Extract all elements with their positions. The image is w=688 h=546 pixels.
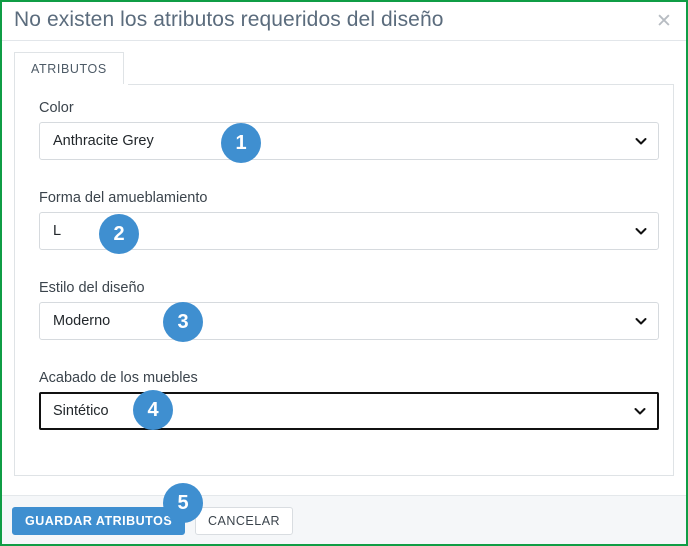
close-icon[interactable]: ✕ bbox=[652, 10, 676, 34]
annotation-badge-4: 4 bbox=[133, 390, 173, 430]
select-estilo-diseno[interactable]: Moderno bbox=[39, 302, 659, 340]
field-estilo-diseno: Estilo del diseño Moderno bbox=[39, 279, 659, 340]
annotation-badge-3: 3 bbox=[163, 302, 203, 342]
annotation-badge-2: 2 bbox=[99, 214, 139, 254]
annotation-badge-5: 5 bbox=[163, 483, 203, 523]
label-estilo-diseno: Estilo del diseño bbox=[39, 280, 145, 296]
save-attributes-button[interactable]: GUARDAR ATRIBUTOS bbox=[12, 507, 186, 535]
select-acabado-muebles[interactable]: Sintético bbox=[39, 392, 659, 430]
tab-atributos[interactable]: ATRIBUTOS bbox=[14, 52, 124, 85]
select-color-value: Anthracite Grey bbox=[53, 133, 154, 149]
tab-bar: ATRIBUTOS bbox=[14, 52, 674, 85]
chevron-down-icon bbox=[635, 315, 647, 327]
select-color[interactable]: Anthracite Grey bbox=[39, 122, 659, 160]
tab-active-mask bbox=[15, 84, 128, 85]
field-color: Color Anthracite Grey bbox=[39, 99, 659, 160]
select-estilo-diseno-value: Moderno bbox=[53, 313, 111, 329]
label-color: Color bbox=[39, 100, 74, 116]
label-acabado-muebles: Acabado de los muebles bbox=[39, 370, 198, 386]
annotation-badge-1: 1 bbox=[221, 123, 261, 163]
dialog-window: No existen los atributos requeridos del … bbox=[0, 0, 688, 546]
chevron-down-icon bbox=[634, 405, 646, 417]
chevron-down-icon bbox=[635, 135, 647, 147]
chevron-down-icon bbox=[635, 225, 647, 237]
page-title: No existen los atributos requeridos del … bbox=[14, 8, 444, 31]
select-forma-amueblamiento-value: L bbox=[53, 223, 62, 239]
field-acabado-muebles: Acabado de los muebles Sintético bbox=[39, 369, 659, 430]
dialog-titlebar: No existen los atributos requeridos del … bbox=[2, 2, 686, 41]
attributes-panel: Color Anthracite Grey Forma del amueblam… bbox=[14, 84, 674, 476]
cancel-button[interactable]: CANCELAR bbox=[195, 507, 294, 535]
label-forma-amueblamiento: Forma del amueblamiento bbox=[39, 190, 208, 206]
dialog-footer: GUARDAR ATRIBUTOS CANCELAR bbox=[2, 495, 686, 544]
select-acabado-muebles-value: Sintético bbox=[53, 403, 109, 419]
